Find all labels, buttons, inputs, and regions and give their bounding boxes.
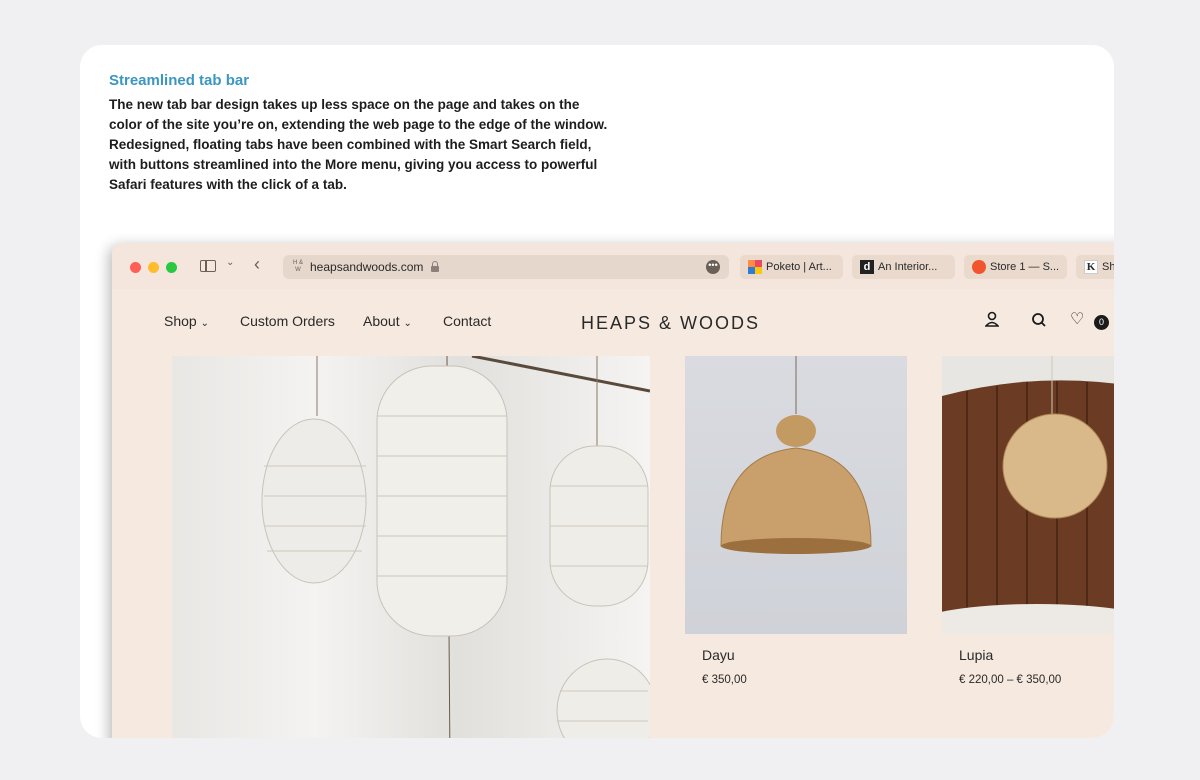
sidebar-icon[interactable] xyxy=(200,260,216,272)
more-menu-icon[interactable]: ••• xyxy=(706,260,720,274)
bell-lamp-illustration xyxy=(720,356,872,554)
close-window-button[interactable] xyxy=(130,262,141,273)
poketo-favicon-icon xyxy=(748,260,762,274)
smart-search-field[interactable]: H & W heapsandwoods.com ••• xyxy=(283,255,729,279)
d-favicon-icon: d xyxy=(860,260,874,274)
tab-poketo[interactable]: Poketo | Art... xyxy=(740,255,843,279)
zoom-window-button[interactable] xyxy=(166,262,177,273)
site-favicon-icon: H & W xyxy=(292,260,303,273)
k-favicon-icon: K xyxy=(1084,260,1098,274)
tab-label: An Interior... xyxy=(878,261,938,273)
chevron-down-icon: ⌄ xyxy=(403,318,412,329)
feature-card: Streamlined tab bar The new tab bar desi… xyxy=(80,45,1114,738)
tab-sh[interactable]: K Sh xyxy=(1076,255,1114,279)
nav-about-label: About xyxy=(363,313,400,329)
tab-label: Store 1 — S... xyxy=(990,261,1060,273)
lock-icon xyxy=(431,261,439,272)
feature-title: Streamlined tab bar xyxy=(109,72,250,89)
chevron-down-icon[interactable]: ⌄ xyxy=(226,257,234,268)
minimize-window-button[interactable] xyxy=(148,262,159,273)
tab-label: Sh xyxy=(1102,261,1114,273)
feature-description: The new tab bar design takes up less spa… xyxy=(109,97,608,192)
site-logo[interactable]: HEAPS & WOODS xyxy=(581,313,760,334)
product-image-dayu[interactable] xyxy=(685,356,907,634)
product-name[interactable]: Dayu xyxy=(702,647,735,663)
tab-store[interactable]: Store 1 — S... xyxy=(964,255,1067,279)
product-image-lupia[interactable] xyxy=(942,356,1114,634)
tab-label: Poketo | Art... xyxy=(766,261,832,273)
nav-about[interactable]: About ⌄ xyxy=(363,313,412,329)
tab-interior[interactable]: d An Interior... xyxy=(852,255,955,279)
nav-shop[interactable]: Shop ⌄ xyxy=(164,313,209,329)
sphere-lamp-illustration xyxy=(942,356,1114,634)
cart-count-badge: 0 xyxy=(1094,315,1109,330)
chevron-down-icon: ⌄ xyxy=(200,318,209,329)
address-url[interactable]: heapsandwoods.com xyxy=(310,260,423,274)
nav-custom-orders[interactable]: Custom Orders xyxy=(240,313,335,329)
product-price: € 350,00 xyxy=(702,674,747,686)
store-favicon-icon xyxy=(972,260,986,274)
wishlist-heart-icon[interactable]: ♡ xyxy=(1070,309,1084,329)
safari-window: ⌄ ‹ H & W heapsandwoods.com ••• Poketo |… xyxy=(112,243,1114,738)
paper-lanterns-illustration xyxy=(261,356,650,738)
hero-lanterns-image[interactable] xyxy=(172,356,650,738)
account-icon[interactable] xyxy=(985,311,999,329)
search-icon[interactable] xyxy=(1031,311,1047,329)
tab-bar: ⌄ ‹ H & W heapsandwoods.com ••• Poketo |… xyxy=(112,243,1114,289)
nav-shop-label: Shop xyxy=(164,313,197,329)
nav-contact[interactable]: Contact xyxy=(443,313,491,329)
product-name[interactable]: Lupia xyxy=(959,647,993,663)
product-price: € 220,00 – € 350,00 xyxy=(959,674,1062,686)
back-arrow-icon[interactable]: ‹ xyxy=(254,254,260,275)
